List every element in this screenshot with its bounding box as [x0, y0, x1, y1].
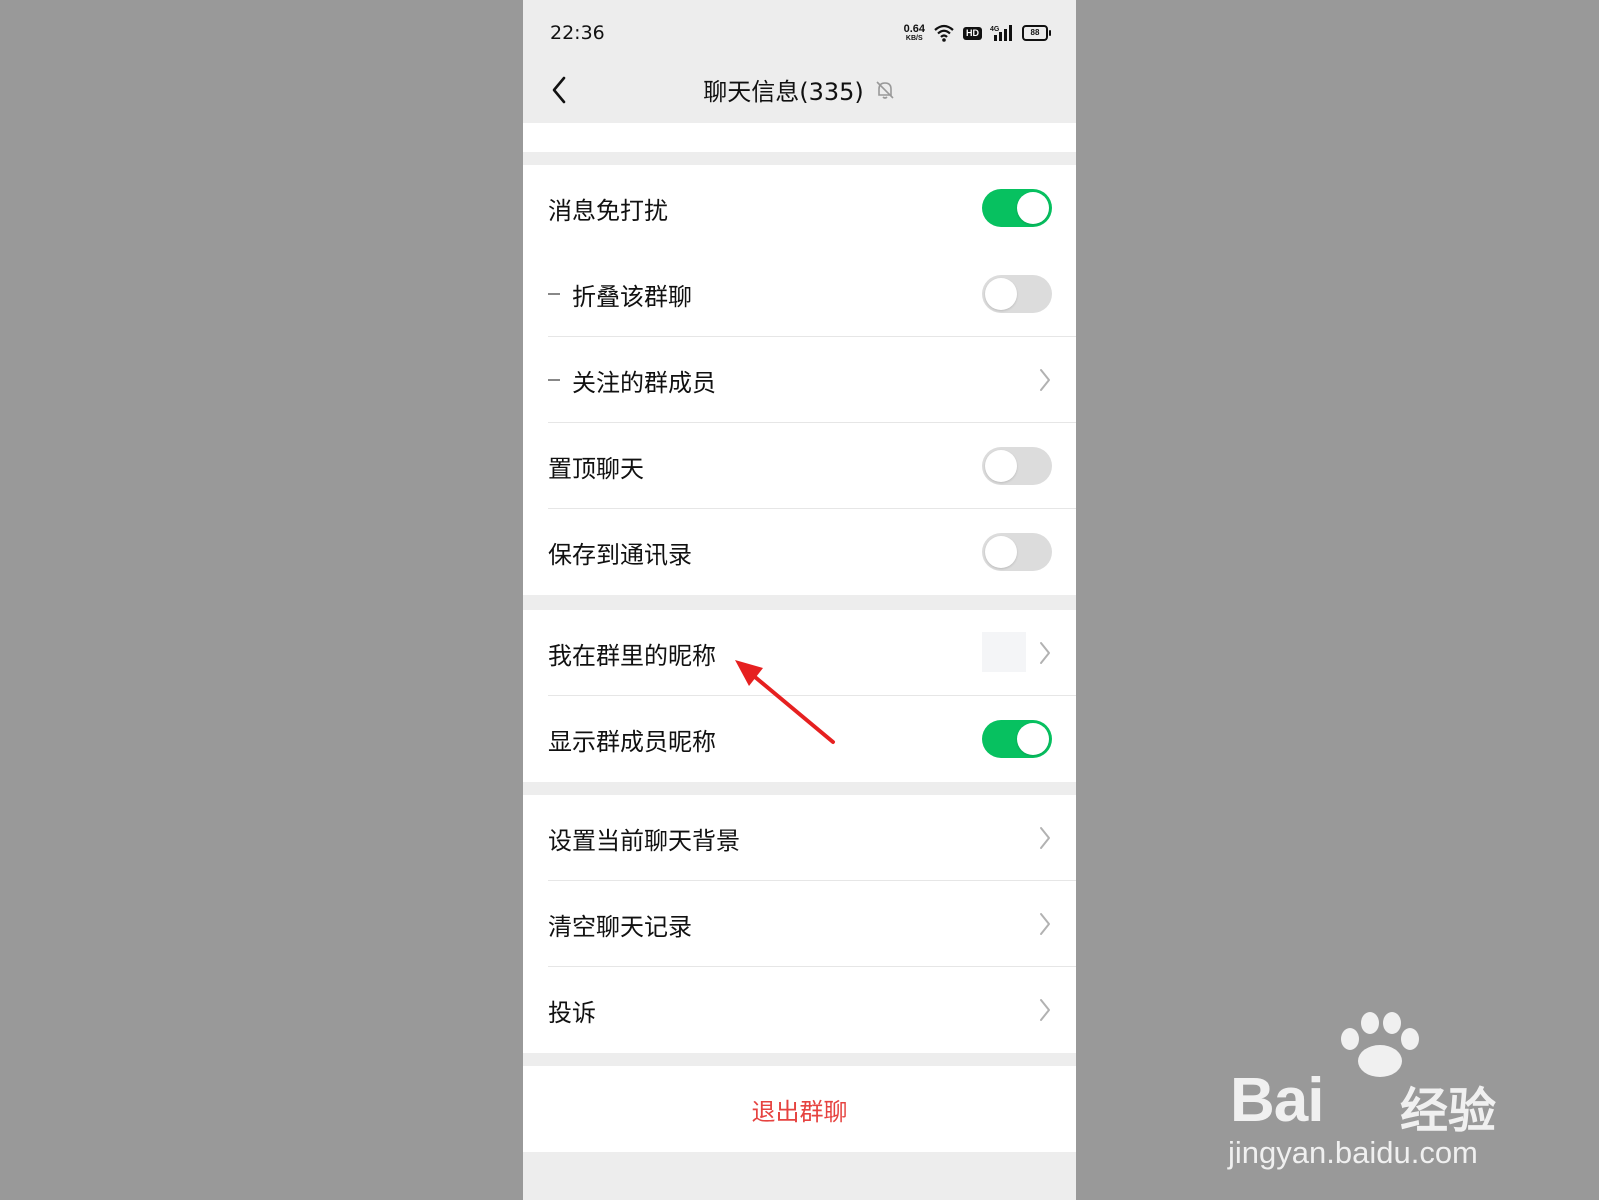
watermark: Bai 经验 jingyan.baidu.com	[1220, 1005, 1520, 1175]
watermark-url: jingyan.baidu.com	[1228, 1135, 1478, 1170]
phone-screen: 22:36 0.64 KB/S HD 4G 88 聊天信息(335) 消息免打扰…	[523, 0, 1076, 1200]
annotation-arrow-icon	[735, 660, 835, 744]
watermark-brand: Bai	[1230, 1066, 1324, 1135]
paw-logo-icon	[1341, 1012, 1419, 1077]
watermark-brand-cn: 经验	[1400, 1083, 1497, 1139]
